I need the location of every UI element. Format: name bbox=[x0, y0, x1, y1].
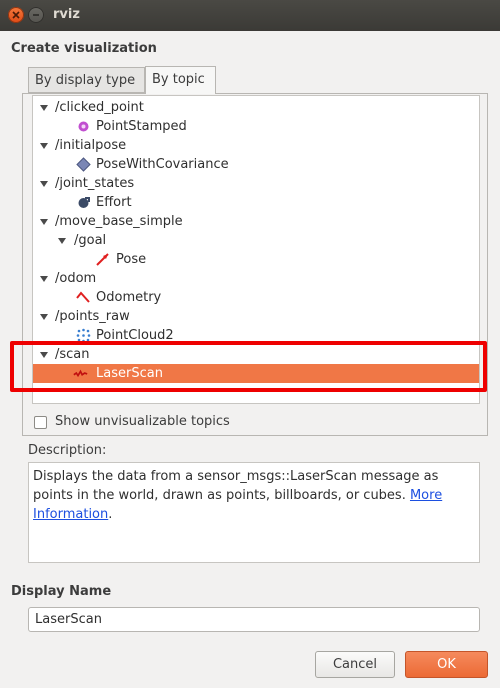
tree-item-pose[interactable]: Pose bbox=[33, 250, 479, 269]
tree-item-label: PoseWithCovariance bbox=[96, 157, 229, 172]
tree-item-label: /move_base_simple bbox=[55, 214, 183, 229]
tree-item-effort[interactable]: Effort bbox=[33, 193, 479, 212]
window-title: rviz bbox=[53, 7, 80, 22]
expand-arrow-icon[interactable] bbox=[58, 238, 66, 244]
show-unvisualizable-label[interactable]: Show unvisualizable topics bbox=[55, 414, 230, 429]
tree-item-label: /joint_states bbox=[55, 176, 135, 191]
close-window-button[interactable] bbox=[8, 7, 24, 23]
cancel-button[interactable]: Cancel bbox=[315, 651, 395, 678]
minimize-icon bbox=[33, 14, 39, 16]
description-suffix: . bbox=[108, 507, 113, 522]
tree-item-label: Pose bbox=[116, 252, 147, 267]
window-titlebar: rviz bbox=[0, 0, 500, 31]
tree-item-joint-states[interactable]: /joint_states bbox=[33, 174, 479, 193]
tree-item-label: /points_raw bbox=[55, 309, 130, 324]
ok-button[interactable]: OK bbox=[405, 651, 488, 678]
tree-item-goal[interactable]: /goal bbox=[33, 231, 479, 250]
tree-item-label: Odometry bbox=[96, 290, 162, 305]
tree-item-label: /clicked_point bbox=[55, 100, 144, 115]
tree-item-clicked-point[interactable]: /clicked_point bbox=[33, 98, 479, 117]
highlight-box bbox=[10, 341, 487, 392]
tree-item-posewithcovariance[interactable]: PoseWithCovariance bbox=[33, 155, 479, 174]
close-icon bbox=[12, 11, 20, 19]
expand-arrow-icon[interactable] bbox=[40, 181, 48, 187]
tree-item-label: /goal bbox=[74, 233, 107, 248]
minimize-window-button[interactable] bbox=[28, 7, 44, 23]
tree-item-initialpose[interactable]: /initialpose bbox=[33, 136, 479, 155]
point-stamped-icon bbox=[78, 121, 89, 132]
display-name-heading: Display Name bbox=[11, 584, 112, 599]
tree-item-move-base-simple[interactable]: /move_base_simple bbox=[33, 212, 479, 231]
tab-by-topic[interactable]: By topic bbox=[145, 66, 216, 94]
pose-with-covariance-icon bbox=[76, 157, 91, 172]
effort-icon bbox=[78, 197, 90, 208]
display-name-input[interactable]: LaserScan bbox=[28, 607, 480, 632]
expand-arrow-icon[interactable] bbox=[40, 105, 48, 111]
tree-item-label: Effort bbox=[96, 195, 132, 210]
expand-arrow-icon[interactable] bbox=[40, 219, 48, 225]
odometry-icon bbox=[76, 291, 90, 303]
tree-item-odom[interactable]: /odom bbox=[33, 269, 479, 288]
tree-item-label: PointStamped bbox=[96, 119, 187, 134]
create-visualization-heading: Create visualization bbox=[11, 41, 157, 56]
tree-item-odometry[interactable]: Odometry bbox=[33, 288, 479, 307]
tree-item-label: /initialpose bbox=[55, 138, 127, 153]
tab-by-display-type[interactable]: By display type bbox=[28, 67, 145, 93]
description-box: Displays the data from a sensor_msgs::La… bbox=[28, 462, 480, 563]
tree-item-pointstamped[interactable]: PointStamped bbox=[33, 117, 479, 136]
description-text: Displays the data from a sensor_msgs::La… bbox=[33, 469, 439, 503]
show-unvisualizable-checkbox[interactable] bbox=[34, 416, 47, 429]
tree-item-label: /odom bbox=[55, 271, 97, 286]
expand-arrow-icon[interactable] bbox=[40, 143, 48, 149]
description-label: Description: bbox=[28, 443, 107, 458]
expand-arrow-icon[interactable] bbox=[40, 276, 48, 282]
pose-arrow-icon bbox=[96, 253, 109, 266]
expand-arrow-icon[interactable] bbox=[40, 314, 48, 320]
tree-item-points-raw[interactable]: /points_raw bbox=[33, 307, 479, 326]
